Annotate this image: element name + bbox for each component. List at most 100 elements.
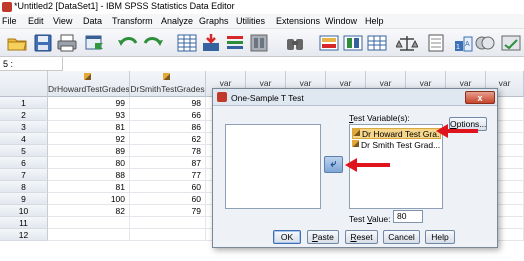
help-button[interactable]: Help <box>425 230 455 244</box>
dialog-title-bar[interactable]: One-Sample T Test x <box>213 89 497 106</box>
column-header-label: DrHowardTestGrades <box>48 84 130 94</box>
spss-app-icon <box>2 2 12 12</box>
close-button[interactable]: x <box>465 91 495 104</box>
menu-view[interactable]: View <box>53 16 72 26</box>
find-icon[interactable] <box>284 33 306 53</box>
row-header[interactable]: 7 <box>0 169 48 181</box>
cell-drsmithtestgrades[interactable]: 77 <box>130 169 206 181</box>
use-sets-icon[interactable] <box>474 33 496 53</box>
svg-text:1: 1 <box>456 44 460 51</box>
cell-drsmithtestgrades[interactable] <box>130 217 206 229</box>
cell-drsmithtestgrades[interactable]: 62 <box>130 133 206 145</box>
cell-drhowardtestgrades[interactable] <box>48 217 130 229</box>
source-variable-list[interactable] <box>225 124 321 209</box>
cell-drhowardtestgrades[interactable]: 80 <box>48 157 130 169</box>
row-header[interactable]: 12 <box>0 229 48 241</box>
menu-analyze[interactable]: Analyze <box>161 16 193 26</box>
svg-text:A: A <box>465 41 470 48</box>
open-folder-icon[interactable] <box>6 33 28 53</box>
cell-drsmithtestgrades[interactable]: 86 <box>130 121 206 133</box>
cell-drhowardtestgrades[interactable]: 100 <box>48 193 130 205</box>
cell-drsmithtestgrades[interactable]: 60 <box>130 181 206 193</box>
cell-drhowardtestgrades[interactable]: 99 <box>48 97 130 109</box>
cell-drhowardtestgrades[interactable]: 88 <box>48 169 130 181</box>
row-header[interactable]: 2 <box>0 109 48 121</box>
toolbar: 1A <box>0 29 524 57</box>
row-header[interactable]: 5 <box>0 145 48 157</box>
menu-extensions[interactable]: Extensions <box>276 16 320 26</box>
cell-drsmithtestgrades[interactable]: 98 <box>130 97 206 109</box>
cell-drhowardtestgrades[interactable]: 82 <box>48 205 130 217</box>
scale-variable-icon <box>163 73 170 80</box>
menu-data[interactable]: Data <box>83 16 102 26</box>
column-header-label: DrSmithTestGrades <box>130 84 205 94</box>
cell-drhowardtestgrades[interactable]: 81 <box>48 181 130 193</box>
weight-cases-icon[interactable] <box>396 33 418 53</box>
arrow-shaft <box>356 163 390 167</box>
value-labels-icon[interactable]: 1A <box>452 33 474 53</box>
row-header[interactable]: 1 <box>0 97 48 109</box>
ok-button[interactable]: OK <box>273 230 301 244</box>
menu-utilities[interactable]: Utilities <box>236 16 265 26</box>
cell-drsmithtestgrades[interactable] <box>130 229 206 241</box>
cell-drsmithtestgrades[interactable]: 87 <box>130 157 206 169</box>
cell-drsmithtestgrades[interactable]: 60 <box>130 193 206 205</box>
menu-edit[interactable]: Edit <box>28 16 44 26</box>
move-variable-button[interactable]: ⤶ <box>324 156 343 173</box>
arrow-left-icon: ⤶ <box>330 158 337 170</box>
column-header-drhowardtestgrades[interactable]: DrHowardTestGrades <box>48 71 130 97</box>
goto-variable-icon[interactable] <box>200 33 222 53</box>
menu-transform[interactable]: Transform <box>112 16 153 26</box>
save-icon[interactable] <box>32 33 54 53</box>
row-header[interactable]: 10 <box>0 205 48 217</box>
cell-drsmithtestgrades[interactable]: 66 <box>130 109 206 121</box>
variables-icon[interactable] <box>224 33 246 53</box>
run-descriptives-icon[interactable] <box>248 33 270 53</box>
title-bar: *Untitled2 [DataSet1] - IBM SPSS Statist… <box>0 0 524 14</box>
row-header[interactable]: 9 <box>0 193 48 205</box>
menu-help[interactable]: Help <box>365 16 384 26</box>
cell-drhowardtestgrades[interactable]: 81 <box>48 121 130 133</box>
insert-cases-icon[interactable] <box>318 33 340 53</box>
test-value-label: Test Value: <box>349 214 391 224</box>
row-header[interactable]: 11 <box>0 217 48 229</box>
reset-button[interactable]: Reset <box>345 230 378 244</box>
recall-dialog-icon[interactable] <box>84 33 106 53</box>
paste-button[interactable]: Paste <box>307 230 339 244</box>
goto-case-icon[interactable] <box>176 33 198 53</box>
cell-drhowardtestgrades[interactable]: 93 <box>48 109 130 121</box>
menu-window[interactable]: Window <box>325 16 357 26</box>
test-variable-label: Dr Smith Test Grad... <box>361 140 441 150</box>
cell-drhowardtestgrades[interactable]: 92 <box>48 133 130 145</box>
row-header[interactable]: 4 <box>0 133 48 145</box>
cancel-button[interactable]: Cancel <box>383 230 420 244</box>
scale-variable-icon <box>353 129 360 136</box>
test-variables-label: Test Variable(s): <box>349 113 410 123</box>
cell-drhowardtestgrades[interactable]: 89 <box>48 145 130 157</box>
cell-drsmithtestgrades[interactable]: 78 <box>130 145 206 157</box>
column-header-drsmithtestgrades[interactable]: DrSmithTestGrades <box>130 71 206 97</box>
row-header[interactable]: 8 <box>0 181 48 193</box>
spelling-icon[interactable] <box>500 33 522 53</box>
row-header[interactable]: 3 <box>0 121 48 133</box>
select-cases-icon[interactable] <box>426 33 448 53</box>
cell-value-input[interactable] <box>62 57 524 71</box>
cell-drsmithtestgrades[interactable]: 79 <box>130 205 206 217</box>
test-variable-item[interactable]: Dr Howard Test Gra... <box>352 128 441 139</box>
print-icon[interactable] <box>56 33 78 53</box>
test-variable-label: Dr Howard Test Gra... <box>362 129 441 139</box>
row-header[interactable]: 6 <box>0 157 48 169</box>
scale-variable-icon <box>84 73 91 80</box>
corner-header <box>0 71 48 97</box>
arrow-head <box>345 158 357 172</box>
redo-icon[interactable] <box>142 33 164 53</box>
menu-file[interactable]: File <box>2 16 17 26</box>
insert-variable-icon[interactable] <box>342 33 364 53</box>
test-variable-item[interactable]: Dr Smith Test Grad... <box>352 140 441 151</box>
cell-drhowardtestgrades[interactable] <box>48 229 130 241</box>
menu-graphs[interactable]: Graphs <box>199 16 229 26</box>
undo-icon[interactable] <box>117 33 139 53</box>
split-file-icon[interactable] <box>366 33 388 53</box>
test-value-input[interactable]: 80 <box>393 210 423 223</box>
menu-bar: File Edit View Data Transform Analyze Gr… <box>0 14 524 29</box>
